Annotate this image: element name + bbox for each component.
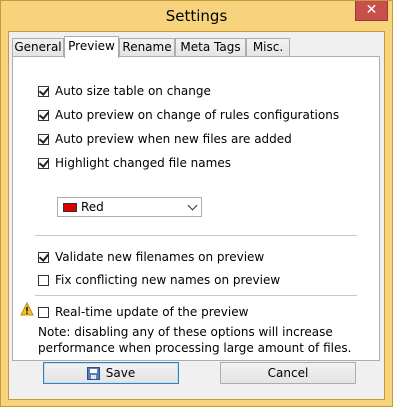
highlight-changed-option[interactable]: Highlight changed file names — [38, 155, 231, 171]
divider — [35, 235, 357, 236]
auto-size-label: Auto size table on change — [55, 84, 211, 98]
divider — [35, 295, 357, 296]
title-bar[interactable]: Settings ✕ — [1, 1, 392, 32]
save-button[interactable]: Save — [43, 362, 179, 384]
auto-preview-rules-option[interactable]: Auto preview on change of rules configur… — [38, 107, 339, 123]
tab-meta-tags[interactable]: Meta Tags — [175, 38, 246, 57]
highlight-color-select[interactable]: Red — [57, 197, 202, 217]
auto-size-checkbox[interactable] — [38, 84, 50, 97]
color-swatch — [63, 202, 77, 212]
tab-preview[interactable]: Preview — [64, 36, 119, 58]
fix-conflicts-label: Fix conflicting new names on preview — [55, 273, 281, 287]
highlight-changed-checkbox[interactable] — [38, 156, 50, 169]
validate-option[interactable]: Validate new filenames on preview — [38, 249, 264, 265]
cancel-label: Cancel — [267, 366, 309, 380]
auto-preview-rules-checkbox[interactable] — [38, 108, 50, 121]
validate-label: Validate new filenames on preview — [55, 250, 265, 264]
realtime-checkbox[interactable] — [38, 306, 49, 318]
chevron-down-icon[interactable] — [187, 200, 198, 211]
validate-checkbox[interactable] — [38, 250, 50, 263]
fix-conflicts-option[interactable]: Fix conflicting new names on preview — [38, 272, 280, 288]
preview-tab-panel: Auto size table on change Auto preview o… — [12, 56, 380, 361]
realtime-label: Real-time update of the preview — [55, 305, 249, 319]
performance-note: Note: disabling any of these options wil… — [38, 325, 352, 355]
auto-preview-rules-label: Auto preview on change of rules configur… — [55, 108, 340, 122]
auto-preview-files-label: Auto preview when new files are added — [55, 132, 292, 146]
tab-rename[interactable]: Rename — [119, 38, 175, 57]
fix-conflicts-checkbox[interactable] — [38, 274, 49, 286]
highlight-color-value: Red — [81, 200, 104, 214]
auto-preview-files-checkbox[interactable] — [38, 132, 50, 145]
dialog-body: General Preview Rename Meta Tags Misc. A… — [8, 31, 385, 400]
auto-preview-files-option[interactable]: Auto preview when new files are added — [38, 131, 292, 147]
close-button[interactable]: ✕ — [355, 1, 388, 21]
realtime-option[interactable]: Real-time update of the preview — [38, 304, 248, 320]
save-label: Save — [105, 366, 136, 380]
auto-size-option[interactable]: Auto size table on change — [38, 83, 211, 99]
floppy-disk-icon — [86, 366, 100, 380]
cancel-button[interactable]: Cancel — [220, 362, 356, 384]
tab-misc[interactable]: Misc. — [246, 38, 290, 57]
warning-icon — [20, 302, 34, 316]
close-icon: ✕ — [365, 2, 378, 18]
settings-window: Settings ✕ General Preview Rename Meta T… — [0, 0, 393, 407]
tab-general[interactable]: General — [12, 38, 64, 57]
window-title: Settings — [165, 7, 228, 25]
highlight-changed-label: Highlight changed file names — [55, 156, 231, 170]
